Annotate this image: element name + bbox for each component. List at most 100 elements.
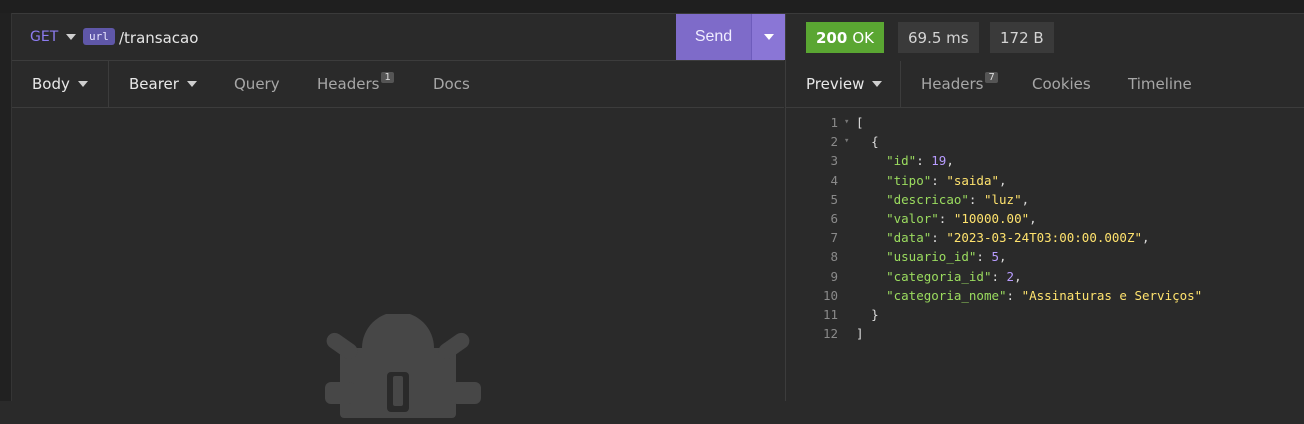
json-punct: , [999, 172, 1007, 188]
fold-toggle-icon[interactable]: ▾ [844, 132, 856, 151]
fold-gutter [844, 228, 856, 247]
tab-query[interactable]: Query [234, 61, 280, 107]
fold-gutter [844, 171, 856, 190]
chevron-down-icon [763, 34, 774, 40]
tab-body-label: Body [32, 75, 70, 93]
json-punct: : [916, 153, 932, 169]
response-headers-count-badge: 7 [985, 71, 998, 83]
json-punct: : [931, 172, 947, 188]
code-line: 3 "id": 19, [786, 151, 1304, 170]
tab-cookies[interactable]: Cookies [1032, 61, 1091, 107]
json-string: "luz" [983, 191, 1022, 207]
json-punct: : [938, 210, 954, 226]
tab-auth[interactable]: Bearer [129, 61, 197, 107]
json-key: "data" [886, 230, 932, 246]
code-line: 11 } [786, 305, 1304, 324]
code-text: "usuario_id": 5, [856, 247, 1007, 266]
fold-gutter [844, 286, 856, 305]
code-line: 8 "usuario_id": 5, [786, 247, 1304, 266]
headers-count-badge: 1 [381, 71, 394, 83]
line-number: 7 [830, 230, 838, 246]
send-button[interactable]: Send [676, 14, 751, 60]
url-variable-tag[interactable]: url [83, 28, 115, 45]
code-text: "categoria_id": 2, [856, 267, 1021, 286]
fold-gutter [844, 267, 856, 286]
json-punct: : [968, 191, 984, 207]
json-punct: , [999, 249, 1007, 265]
fold-gutter [844, 247, 856, 266]
code-line: 6 "valor": "10000.00", [786, 209, 1304, 228]
tab-divider [900, 61, 901, 107]
json-string: "2023-03-24T03:00:00.000Z" [946, 230, 1142, 246]
json-number: 19 [931, 153, 947, 169]
code-text: "id": 19, [856, 151, 954, 170]
send-options-button[interactable] [751, 14, 785, 60]
line-number: 5 [830, 191, 838, 207]
json-punct: : [1006, 287, 1022, 303]
json-string: "Assinaturas e Serviços" [1021, 287, 1203, 303]
code-line: 1 ▾[ [786, 113, 1304, 132]
json-punct: , [1142, 230, 1150, 246]
request-pane: GET url /transacao Send Body Bearer Quer… [12, 14, 785, 418]
json-key: "valor" [886, 210, 939, 226]
tab-query-label: Query [234, 75, 280, 93]
tab-headers[interactable]: Headers 1 [317, 61, 394, 107]
sidebar-edge [0, 13, 12, 401]
json-number: 5 [991, 249, 1000, 265]
code-text: ] [856, 324, 864, 343]
tab-timeline[interactable]: Timeline [1128, 61, 1192, 107]
json-punct: [ [856, 115, 864, 130]
tab-timeline-label: Timeline [1128, 75, 1192, 93]
response-json-viewer[interactable]: 1 ▾[2 ▾ {3 "id": 19, 4 "tipo": "saida", 5 "d… [786, 113, 1304, 343]
url-bar: GET url /transacao Send [12, 14, 785, 61]
code-text: "valor": "10000.00", [856, 209, 1037, 228]
line-number: 11 [822, 306, 838, 322]
tab-response-headers[interactable]: Headers 7 [921, 61, 998, 107]
line-number: 6 [830, 210, 838, 226]
json-punct: : [976, 249, 992, 265]
response-pane: 200 OK 69.5 ms 172 B Preview Headers 7 C… [785, 14, 1304, 401]
chevron-down-icon [77, 81, 88, 87]
line-number: 3 [830, 153, 838, 169]
line-number: 4 [830, 172, 838, 188]
json-punct: : [931, 230, 947, 246]
tab-docs-label: Docs [433, 75, 470, 93]
window-top-strip [0, 0, 1304, 14]
method-dropdown[interactable]: GET [30, 29, 77, 45]
json-key: "id" [886, 153, 917, 169]
json-punct: : [991, 268, 1007, 284]
response-time: 69.5 ms [898, 22, 979, 53]
json-number: 2 [1006, 268, 1015, 284]
fold-gutter [844, 151, 856, 170]
json-string: "10000.00" [953, 210, 1030, 226]
code-text: "descricao": "luz", [856, 190, 1029, 209]
url-input[interactable]: /transacao [119, 29, 198, 47]
tab-preview[interactable]: Preview [806, 61, 883, 107]
code-text: } [856, 305, 879, 324]
request-tabs: Body Bearer Query Headers 1 Docs [12, 61, 784, 108]
tab-body[interactable]: Body [32, 61, 88, 107]
tab-docs[interactable]: Docs [433, 61, 470, 107]
json-key: "descricao" [886, 191, 969, 207]
response-tabs: Preview Headers 7 Cookies Timeline [786, 61, 1304, 108]
json-key: "tipo" [886, 172, 932, 188]
json-punct: { [871, 134, 879, 150]
chevron-down-icon [872, 81, 883, 87]
tab-auth-label: Bearer [129, 75, 179, 93]
json-punct: , [1029, 210, 1037, 226]
fold-gutter [844, 324, 856, 343]
code-line: 9 "categoria_id": 2, [786, 267, 1304, 286]
code-text: { [856, 132, 879, 151]
code-text: "data": "2023-03-24T03:00:00.000Z", [856, 228, 1150, 247]
json-punct: ] [856, 326, 864, 342]
response-size: 172 B [990, 22, 1054, 53]
code-line: 4 "tipo": "saida", [786, 171, 1304, 190]
bug-robot-icon [325, 314, 481, 418]
code-line: 2 ▾ { [786, 132, 1304, 151]
status-text: OK [852, 28, 874, 47]
chevron-down-icon [186, 81, 197, 87]
fold-toggle-icon[interactable]: ▾ [844, 113, 856, 132]
code-text: "tipo": "saida", [856, 171, 1007, 190]
json-punct: } [871, 306, 879, 322]
line-number: 10 [822, 287, 838, 303]
